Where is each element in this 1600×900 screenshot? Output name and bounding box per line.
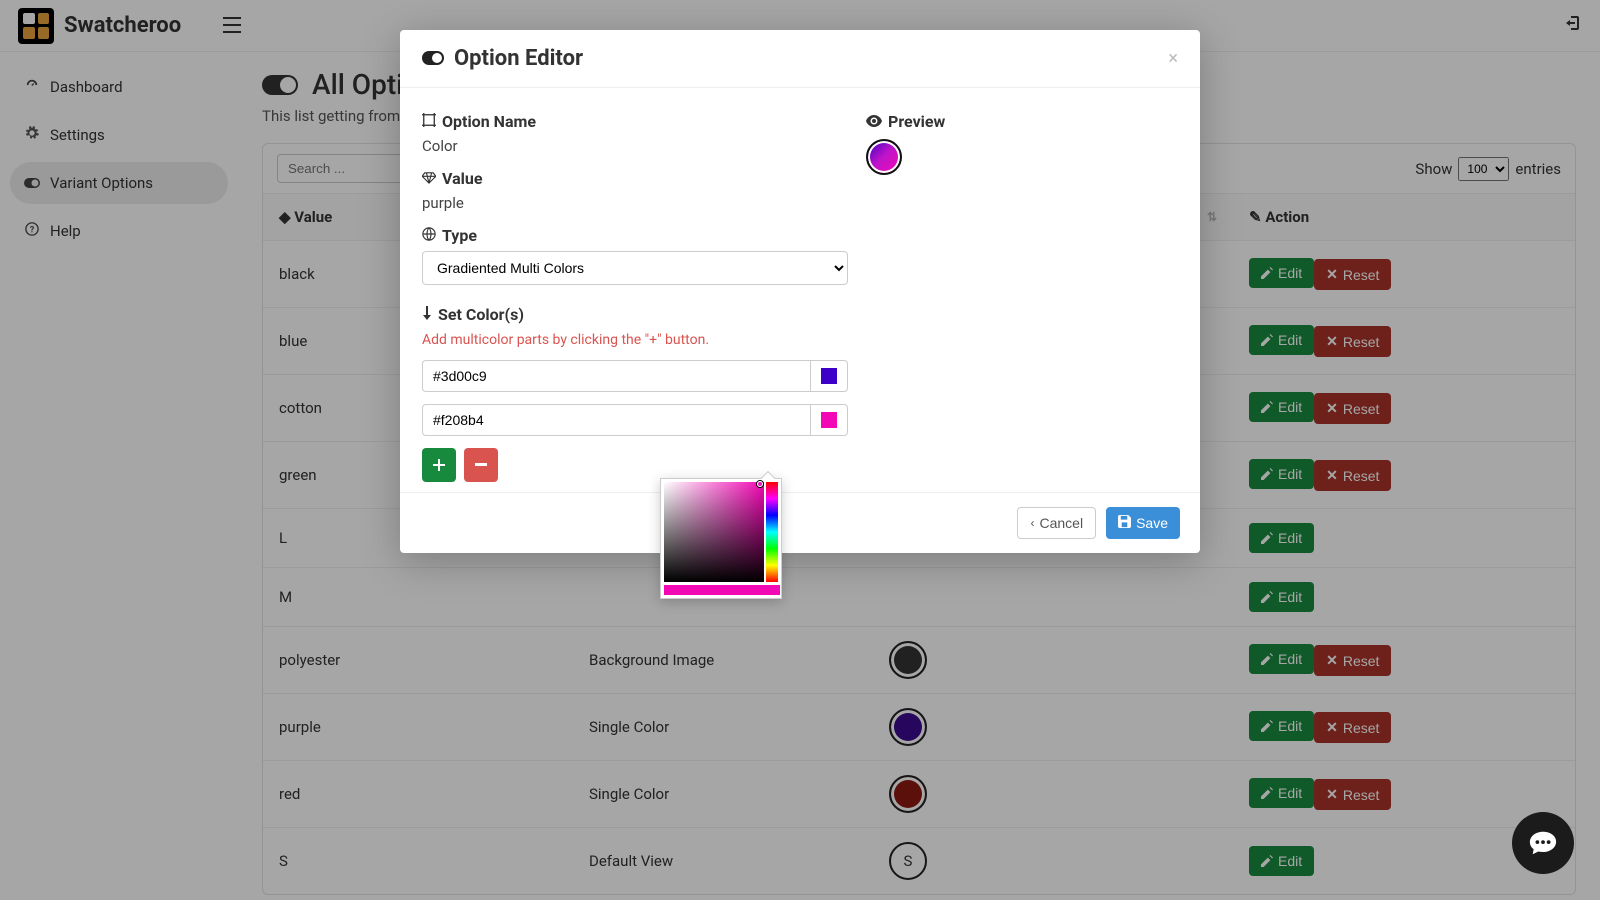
color-swatch-button[interactable] — [810, 404, 848, 436]
color-chip-icon — [821, 412, 837, 428]
color-hex-input[interactable] — [422, 404, 810, 436]
set-colors-label: Set Color(s) — [438, 305, 524, 324]
save-button[interactable]: Save — [1106, 507, 1180, 539]
gem-icon — [422, 169, 436, 188]
globe-icon — [422, 226, 436, 245]
remove-color-button[interactable] — [464, 448, 498, 482]
color-swatch-button[interactable] — [810, 360, 848, 392]
color-picker-popover[interactable] — [660, 478, 782, 599]
chat-fab[interactable] — [1512, 812, 1574, 874]
color-input-0 — [422, 360, 848, 392]
picker-saturation-value[interactable] — [664, 482, 764, 582]
chat-icon — [1528, 828, 1558, 858]
add-color-button[interactable] — [422, 448, 456, 482]
close-icon[interactable]: × — [1168, 48, 1178, 69]
value-value: purple — [422, 194, 848, 212]
toggle-icon — [422, 46, 444, 71]
color-hex-input[interactable] — [422, 360, 810, 392]
multicolor-hint: Add multicolor parts by clicking the "+"… — [422, 332, 848, 348]
modal-title: Option Editor — [454, 46, 583, 71]
value-label: Value — [442, 169, 483, 188]
option-editor-modal: Option Editor × Option Name Color Value … — [400, 30, 1200, 553]
color-input-1 — [422, 404, 848, 436]
picker-alpha-slider[interactable] — [664, 585, 780, 595]
cancel-button[interactable]: ‹ Cancel — [1017, 507, 1096, 539]
modal-overlay: Option Editor × Option Name Color Value … — [0, 0, 1600, 900]
picker-cursor-icon — [757, 481, 763, 487]
eye-icon — [866, 112, 882, 131]
picker-hue-slider[interactable] — [766, 482, 778, 582]
chevron-left-icon: ‹ — [1030, 516, 1034, 530]
preview-label: Preview — [888, 112, 945, 131]
type-select[interactable]: Gradiented Multi Colors — [422, 251, 848, 285]
preview-swatch — [866, 139, 902, 175]
save-icon — [1118, 515, 1131, 531]
option-name-value: Color — [422, 137, 848, 155]
option-name-label: Option Name — [442, 112, 536, 131]
arrow-down-icon — [422, 305, 432, 324]
crop-icon — [422, 112, 436, 131]
type-label: Type — [442, 226, 477, 245]
color-chip-icon — [821, 368, 837, 384]
